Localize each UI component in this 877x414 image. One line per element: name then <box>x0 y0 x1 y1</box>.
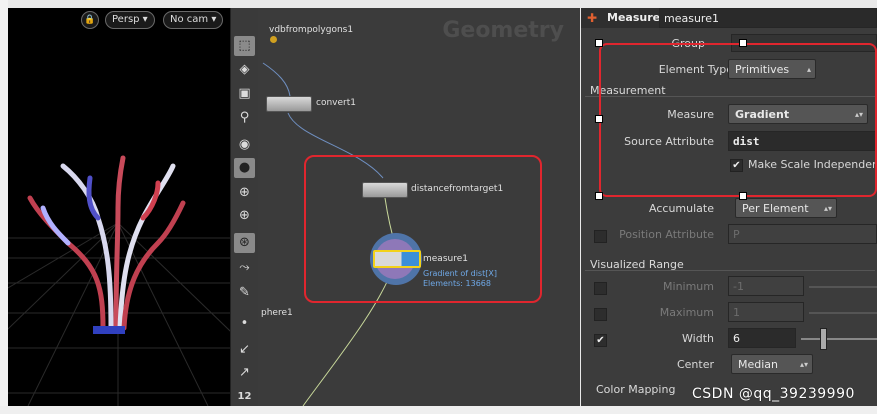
network-context-title: Geometry <box>442 18 564 43</box>
view-icon[interactable]: ◈ <box>234 60 255 80</box>
selection-handle[interactable] <box>739 192 747 200</box>
center-menu[interactable]: Median ▴▾ <box>731 354 813 374</box>
highlight-box-network <box>304 155 542 303</box>
add-point-icon[interactable]: ⊕ <box>234 206 255 226</box>
maximum-slider[interactable] <box>809 312 877 314</box>
selection-handle[interactable] <box>595 39 603 47</box>
sphere-icon[interactable]: ◉ <box>234 135 255 155</box>
minimum-checkbox[interactable] <box>594 282 607 295</box>
add-icon[interactable]: ⊕ <box>234 183 255 203</box>
menu-arrow-icon: ▴▾ <box>799 360 808 369</box>
accumulate-value: Per Element <box>742 202 809 215</box>
selection-handle[interactable] <box>739 39 747 47</box>
position-attribute-field[interactable]: P <box>728 224 877 244</box>
maximum-checkbox[interactable] <box>594 308 607 321</box>
warning-icon <box>270 36 277 43</box>
camera-mode-menu[interactable]: Persp ▾ <box>105 11 155 29</box>
maximum-label: Maximum <box>659 306 714 319</box>
paint-icon[interactable]: ✎ <box>234 283 255 303</box>
handle-icon[interactable]: ⤳ <box>234 258 255 278</box>
brush-icon[interactable]: ↙ <box>234 340 255 360</box>
position-attribute-checkbox[interactable] <box>594 230 607 243</box>
node-sphere-label: phere1 <box>261 308 293 318</box>
viewport-scene <box>8 155 230 406</box>
render-icon[interactable]: ⊛ <box>234 233 255 253</box>
width-checkbox[interactable]: ✔ <box>594 334 607 347</box>
bottom-margin <box>0 406 877 414</box>
selection-handle[interactable] <box>595 192 603 200</box>
visualized-range-section-title: Visualized Range <box>590 258 684 271</box>
menu-arrow-icon: ▴▾ <box>823 204 832 213</box>
position-attribute-label: Position Attribute <box>619 228 714 241</box>
select-icon[interactable]: ⬚ <box>234 36 255 56</box>
maximum-field[interactable]: 1 <box>728 302 804 322</box>
dot-icon[interactable]: • <box>234 314 255 334</box>
center-label: Center <box>676 358 714 371</box>
light-icon[interactable]: ● <box>234 158 255 178</box>
left-margin <box>0 0 8 414</box>
center-value: Median <box>738 358 779 371</box>
pin-icon[interactable]: ⚲ <box>234 108 255 128</box>
lock-icon[interactable]: 🔒 <box>81 11 99 29</box>
accumulate-menu[interactable]: Per Element ▴▾ <box>735 198 837 218</box>
lock-icon[interactable]: ▣ <box>234 84 255 104</box>
selection-handle[interactable] <box>595 115 603 123</box>
scene-viewport[interactable]: 🔒 Persp ▾ No cam ▾ <box>8 8 230 406</box>
width-field[interactable]: 6 <box>728 328 796 348</box>
node-vdbfrompolygons-label: vdbfrompolygons1 <box>269 25 354 35</box>
accumulate-label: Accumulate <box>649 202 714 215</box>
pen-icon[interactable]: ↗ <box>234 363 255 383</box>
toolbar-number: 12 <box>237 391 252 402</box>
parameter-editor: ✚ Measure measure1 Group Element Type Pr… <box>581 8 877 406</box>
minimum-slider[interactable] <box>809 286 877 288</box>
node-name-field[interactable]: measure1 <box>659 8 877 28</box>
node-type-label: Measure <box>607 11 661 24</box>
measure-node-icon: ✚ <box>587 11 598 25</box>
minimum-label: Minimum <box>663 280 714 293</box>
color-mapping-section-title: Color Mapping <box>596 383 676 396</box>
watermark: CSDN @qq_39239990 <box>692 386 855 402</box>
network-editor[interactable]: Geometry vdbfrompolygons1 convert1 dista… <box>258 8 580 406</box>
node-convert-label: convert1 <box>316 98 356 108</box>
width-slider-handle[interactable] <box>820 328 827 350</box>
viewport-toolbar: ⬚ ◈ ▣ ⚲ ◉ ● ⊕ ⊕ ⊛ ⤳ ✎ • ↙ ↗ 12 <box>230 8 259 406</box>
width-label: Width <box>682 332 714 345</box>
camera-select-menu[interactable]: No cam ▾ <box>163 11 224 29</box>
highlight-box-params <box>599 43 877 197</box>
minimum-field[interactable]: -1 <box>728 276 804 296</box>
node-convert[interactable] <box>266 96 312 112</box>
width-slider-track[interactable] <box>801 338 877 340</box>
